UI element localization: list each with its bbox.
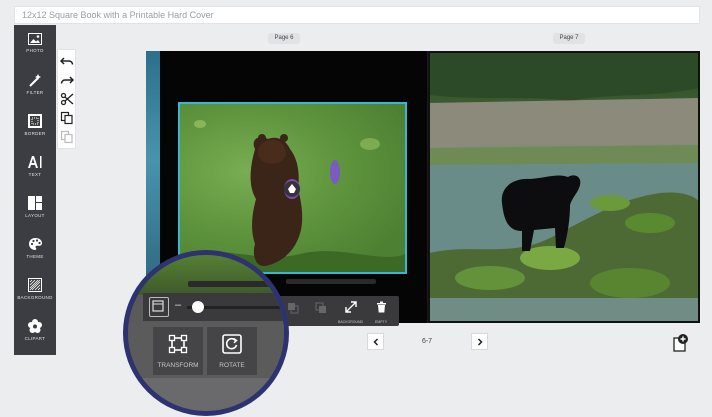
- text-icon: [28, 156, 42, 168]
- cut-icon[interactable]: [60, 92, 74, 106]
- sidebar-item-label: FILTER: [26, 90, 44, 95]
- photo-scrollbar[interactable]: [286, 279, 376, 284]
- sidebar-item-background[interactable]: BACKGROUND: [14, 278, 56, 318]
- expand-icon: [344, 301, 357, 313]
- paste-icon[interactable]: [60, 130, 74, 144]
- bear-cub-image: [180, 104, 405, 272]
- layout-icon: [28, 196, 42, 210]
- tool-sidebar: PHOTO FILTER BORDER TEXT LAYOUT THEME BA…: [14, 25, 56, 355]
- magnified-toolbar-lower: TRANSFORM ROTATE: [128, 323, 284, 378]
- prev-page-button[interactable]: [367, 333, 384, 350]
- undo-icon[interactable]: [60, 54, 74, 68]
- flower-icon: [28, 319, 42, 333]
- magnified-toolbar: –: [143, 293, 284, 321]
- sidebar-item-label: BACKGROUND: [17, 295, 53, 300]
- page-range: 6-7: [421, 338, 433, 345]
- sidebar-item-label: CLIPART: [24, 336, 46, 341]
- zoom-slider-handle[interactable]: [192, 301, 204, 313]
- document-title-bar: 12x12 Square Book with a Printable Hard …: [14, 6, 700, 24]
- black-bear-photo: [430, 53, 698, 321]
- image-icon: [28, 33, 42, 45]
- page-label-right: Page 7: [553, 33, 585, 44]
- transform-icon: [168, 334, 188, 354]
- zoom-out-button[interactable]: –: [175, 299, 181, 311]
- sidebar-item-layout[interactable]: LAYOUT: [14, 196, 56, 236]
- sidebar-item-label: BORDER: [24, 131, 46, 136]
- magnified-photo-edge: [128, 255, 284, 295]
- sidebar-item-label: TEXT: [28, 172, 42, 177]
- send-backward-button[interactable]: [308, 296, 333, 326]
- sidebar-item-theme[interactable]: THEME: [14, 237, 56, 277]
- sidebar-item-border[interactable]: BORDER: [14, 114, 56, 154]
- rotate-label: ROTATE: [219, 362, 245, 369]
- transform-label: TRANSFORM: [157, 362, 199, 369]
- crop-button[interactable]: [149, 297, 169, 317]
- palette-icon: [28, 238, 42, 250]
- border-icon: [28, 114, 42, 128]
- sidebar-item-clipart[interactable]: CLIPART: [14, 319, 56, 359]
- edit-tools-panel: [57, 49, 76, 149]
- toolbar-item-label: EMPTY: [374, 320, 388, 324]
- copy-icon[interactable]: [60, 111, 74, 125]
- redo-icon[interactable]: [60, 73, 74, 87]
- page-label-left: Page 6: [268, 33, 300, 44]
- magic-wand-icon: [29, 74, 41, 87]
- sidebar-item-label: THEME: [26, 254, 44, 259]
- sidebar-item-filter[interactable]: FILTER: [14, 73, 56, 113]
- next-page-button[interactable]: [471, 333, 488, 350]
- background-icon: [28, 278, 42, 292]
- send-backward-icon: [315, 302, 326, 313]
- sidebar-item-text[interactable]: TEXT: [14, 155, 56, 195]
- add-page-button[interactable]: [672, 333, 690, 353]
- magnified-scrollbar: [188, 281, 284, 287]
- bear-cub-photo[interactable]: [178, 102, 407, 274]
- add-page-icon: [673, 334, 688, 352]
- sidebar-item-label: LAYOUT: [25, 213, 45, 218]
- rotate-button[interactable]: ROTATE: [207, 327, 257, 375]
- rotate-icon: [222, 334, 242, 354]
- empty-button[interactable]: EMPTY: [367, 296, 395, 326]
- crop-frame-icon: [152, 300, 164, 312]
- transform-button[interactable]: TRANSFORM: [153, 327, 203, 375]
- document-title: 12x12 Square Book with a Printable Hard …: [22, 10, 214, 20]
- page-7[interactable]: [428, 51, 700, 323]
- background-button[interactable]: BACKGROUND: [338, 296, 363, 326]
- trash-icon: [376, 301, 386, 313]
- sidebar-item-photo[interactable]: PHOTO: [14, 33, 56, 73]
- toolbar-item-label: BACKGROUND: [338, 320, 364, 324]
- bring-forward-icon: [287, 303, 298, 314]
- sidebar-item-label: PHOTO: [26, 48, 44, 53]
- chevron-right-icon: [477, 338, 483, 346]
- chevron-left-icon: [372, 338, 378, 346]
- magnified-lower-area: [128, 378, 284, 411]
- magnifier-zoom-callout: – TRANSFORM ROTATE: [123, 250, 289, 416]
